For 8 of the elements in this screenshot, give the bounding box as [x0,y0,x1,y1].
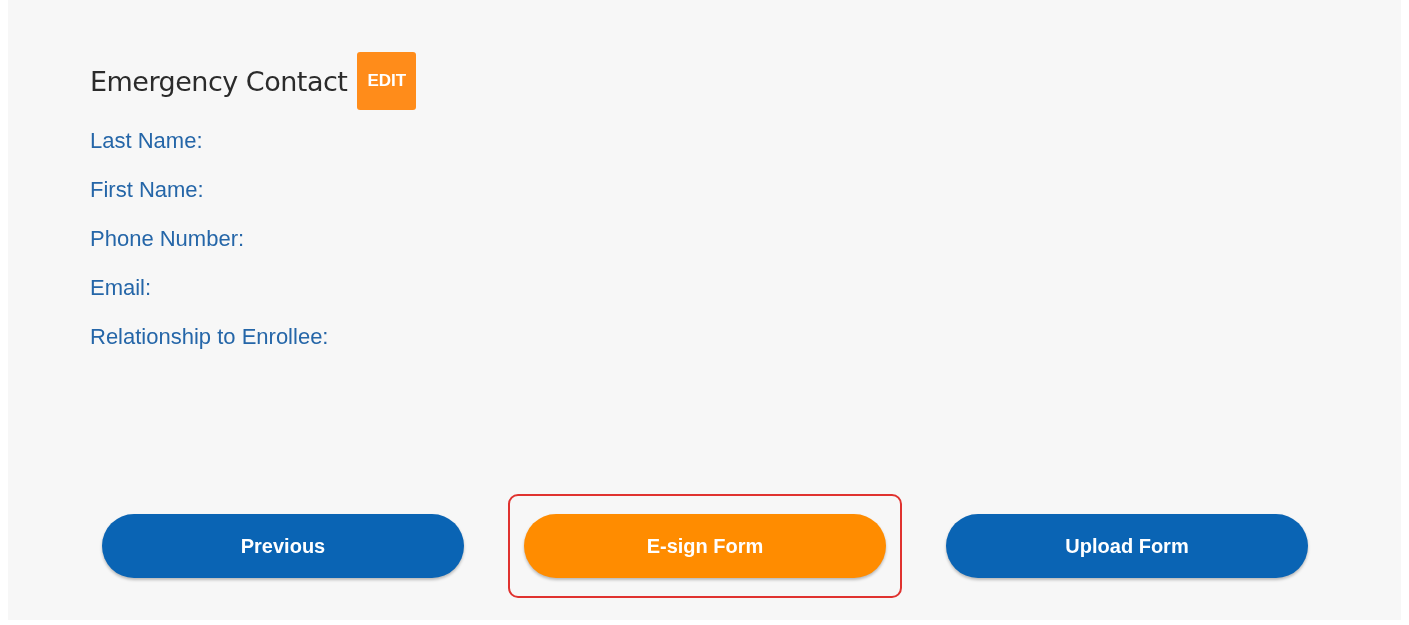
form-button[interactable]: Upload Form [946,514,1308,578]
field-label: Phone Number: [90,225,246,253]
form-button[interactable]: Previous [102,514,464,578]
field-label: Email: [90,274,153,302]
field-label: Last Name: [90,127,204,155]
field-label: Relationship to Enrollee: [90,323,330,351]
field-label: First Name: [90,176,205,204]
section-title: Emergency Contact [90,65,348,97]
